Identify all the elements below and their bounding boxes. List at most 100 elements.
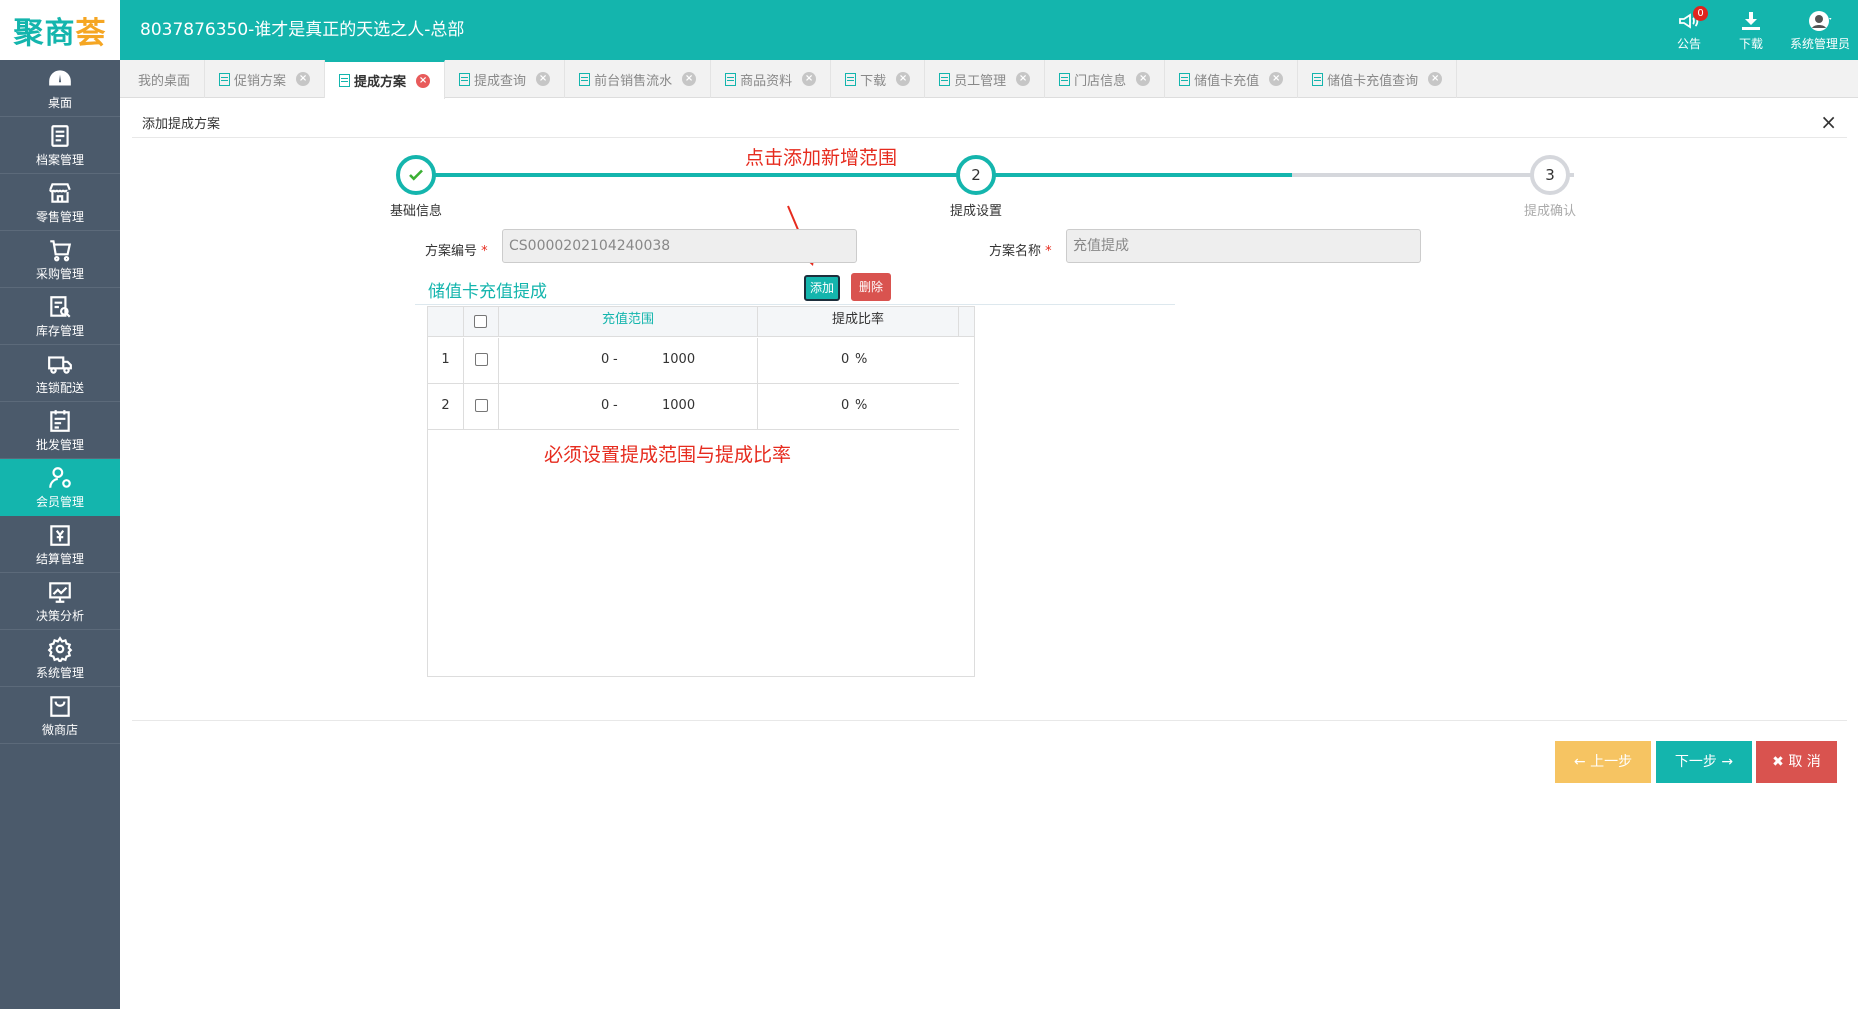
- range-grid: 充值范围 提成比率 1 0 - 1000 0 % 2 0 - 1000 0 %: [427, 306, 975, 677]
- close-icon[interactable]: ×: [1136, 72, 1151, 86]
- select-all-checkbox[interactable]: [474, 315, 487, 328]
- step-line-done: [420, 173, 1292, 177]
- sidebar-item-inventory[interactable]: 库存管理: [0, 288, 120, 345]
- sidebar-item-retail[interactable]: 零售管理: [0, 174, 120, 231]
- tab-commission-query[interactable]: 提成查询 ×: [445, 60, 566, 98]
- row-number: 1: [428, 338, 464, 384]
- gear-icon: [47, 635, 73, 662]
- sidebar-item-label: 档案管理: [35, 152, 84, 167]
- sidebar-item-label: 零售管理: [35, 209, 84, 224]
- sidebar-item-purchase[interactable]: 采购管理: [0, 231, 120, 288]
- tab-card-recharge-query[interactable]: 储值卡充值查询 ×: [1298, 60, 1458, 98]
- sidebar-item-microshop[interactable]: 微商店: [0, 687, 120, 744]
- close-icon[interactable]: ×: [1269, 72, 1284, 86]
- close-icon[interactable]: ×: [536, 72, 551, 86]
- name-label: 方案名称 *: [989, 240, 1052, 259]
- name-input[interactable]: 充值提成: [1066, 229, 1421, 263]
- code-label-text: 方案编号: [425, 244, 478, 259]
- close-icon[interactable]: ×: [682, 72, 697, 86]
- close-icon[interactable]: ×: [1016, 72, 1031, 86]
- name-label-text: 方案名称: [989, 244, 1042, 259]
- prev-step-button[interactable]: ← 上一步: [1555, 741, 1651, 783]
- sidebar-item-analysis[interactable]: 决策分析: [0, 573, 120, 630]
- header-check-cell: [464, 307, 499, 337]
- range-to[interactable]: 1000: [662, 384, 695, 430]
- range-cell: 0 - 1000: [499, 338, 758, 384]
- close-icon[interactable]: ×: [802, 72, 817, 86]
- sidebar: 桌面 档案管理 零售管理 采购管理 库存管理 连锁配送 批发管理 会员管理 结算…: [0, 60, 120, 1009]
- code-label: 方案编号 *: [425, 240, 488, 259]
- cart-icon: [50, 239, 72, 261]
- step-3-number: 3: [1545, 166, 1555, 184]
- document-icon: [459, 72, 471, 86]
- add-button[interactable]: 添加: [804, 275, 840, 301]
- tab-card-recharge[interactable]: 储值卡充值 ×: [1165, 60, 1299, 98]
- delete-button[interactable]: 删除: [851, 273, 891, 301]
- range-from[interactable]: 0: [601, 338, 609, 384]
- sidebar-item-settlement[interactable]: 结算管理: [0, 516, 120, 573]
- dashboard-icon: [49, 69, 71, 85]
- top-actions: 0 公告 下载 系统管理员: [1658, 0, 1858, 60]
- sidebar-item-label: 会员管理: [35, 494, 84, 509]
- notice-badge: 0: [1693, 6, 1708, 21]
- next-label: 下一步: [1674, 754, 1717, 770]
- user-menu[interactable]: 系统管理员: [1782, 0, 1858, 60]
- rate-value[interactable]: 0: [841, 338, 849, 384]
- sidebar-item-label: 库存管理: [35, 323, 84, 338]
- step-2-number: 2: [971, 166, 981, 184]
- row-checkbox[interactable]: [475, 353, 488, 366]
- notice-button[interactable]: 0 公告: [1658, 0, 1720, 60]
- tab-product-info[interactable]: 商品资料 ×: [711, 60, 832, 98]
- truck-icon: [48, 355, 72, 374]
- sidebar-item-desktop[interactable]: 桌面: [0, 60, 120, 117]
- close-icon[interactable]: ×: [416, 73, 431, 88]
- table-row: 2 0 - 1000 0 %: [428, 384, 959, 430]
- range-from[interactable]: 0: [601, 384, 609, 430]
- sidebar-item-archive[interactable]: 档案管理: [0, 117, 120, 174]
- sidebar-item-label: 系统管理: [35, 665, 84, 680]
- rate-value[interactable]: 0: [841, 384, 849, 430]
- tab-pos-sales-flow[interactable]: 前台销售流水 ×: [565, 60, 712, 98]
- row-checkbox[interactable]: [475, 399, 488, 412]
- file-icon: [51, 124, 69, 147]
- close-button[interactable]: ×: [1820, 110, 1837, 134]
- tab-label: 前台销售流水: [594, 73, 673, 89]
- inventory-icon: [50, 295, 71, 318]
- tab-store-info[interactable]: 门店信息 ×: [1045, 60, 1166, 98]
- avatar: [1809, 10, 1832, 31]
- table-row: 1 0 - 1000 0 %: [428, 338, 959, 384]
- annotation-top: 点击添加新增范围: [745, 147, 898, 169]
- sidebar-item-distribution[interactable]: 连锁配送: [0, 345, 120, 402]
- user-label: 系统管理员: [1789, 36, 1850, 51]
- arrow-right-icon: →: [1716, 754, 1734, 770]
- sidebar-item-member[interactable]: 会员管理: [0, 459, 120, 516]
- close-icon[interactable]: ×: [896, 72, 911, 86]
- close-icon[interactable]: ×: [296, 72, 311, 86]
- tab-label: 提成方案: [354, 75, 407, 90]
- tab-my-desktop[interactable]: 我的桌面: [124, 60, 206, 98]
- tab-download[interactable]: 下载 ×: [831, 60, 926, 98]
- sidebar-item-system[interactable]: 系统管理: [0, 630, 120, 687]
- panel-header: 添加提成方案 ×: [132, 108, 1847, 138]
- settlement-icon: [50, 524, 70, 546]
- header-num-cell: [428, 307, 464, 337]
- wholesale-icon: [50, 409, 70, 432]
- cancel-button[interactable]: ✖ 取 消: [1756, 741, 1837, 783]
- step-1-circle: [396, 155, 436, 195]
- document-icon: [1312, 72, 1324, 86]
- next-step-button[interactable]: 下一步 →: [1656, 741, 1752, 783]
- sidebar-item-wholesale[interactable]: 批发管理: [0, 402, 120, 459]
- panel-title: 添加提成方案: [142, 117, 221, 132]
- code-input[interactable]: CS0000202104240038: [502, 229, 857, 263]
- sidebar-item-label: 桌面: [47, 95, 72, 110]
- range-to[interactable]: 1000: [662, 338, 695, 384]
- tab-commission-plan[interactable]: 提成方案 ×: [325, 60, 446, 99]
- download-button[interactable]: 下载: [1720, 0, 1782, 60]
- logo-main: 聚商: [13, 16, 76, 51]
- header-range: 充值范围: [499, 307, 758, 337]
- document-icon: [939, 72, 951, 86]
- tab-employee-management[interactable]: 员工管理 ×: [925, 60, 1046, 98]
- check-icon: [409, 169, 423, 181]
- tab-promotion[interactable]: 促销方案 ×: [205, 60, 326, 98]
- close-icon[interactable]: ×: [1428, 72, 1443, 86]
